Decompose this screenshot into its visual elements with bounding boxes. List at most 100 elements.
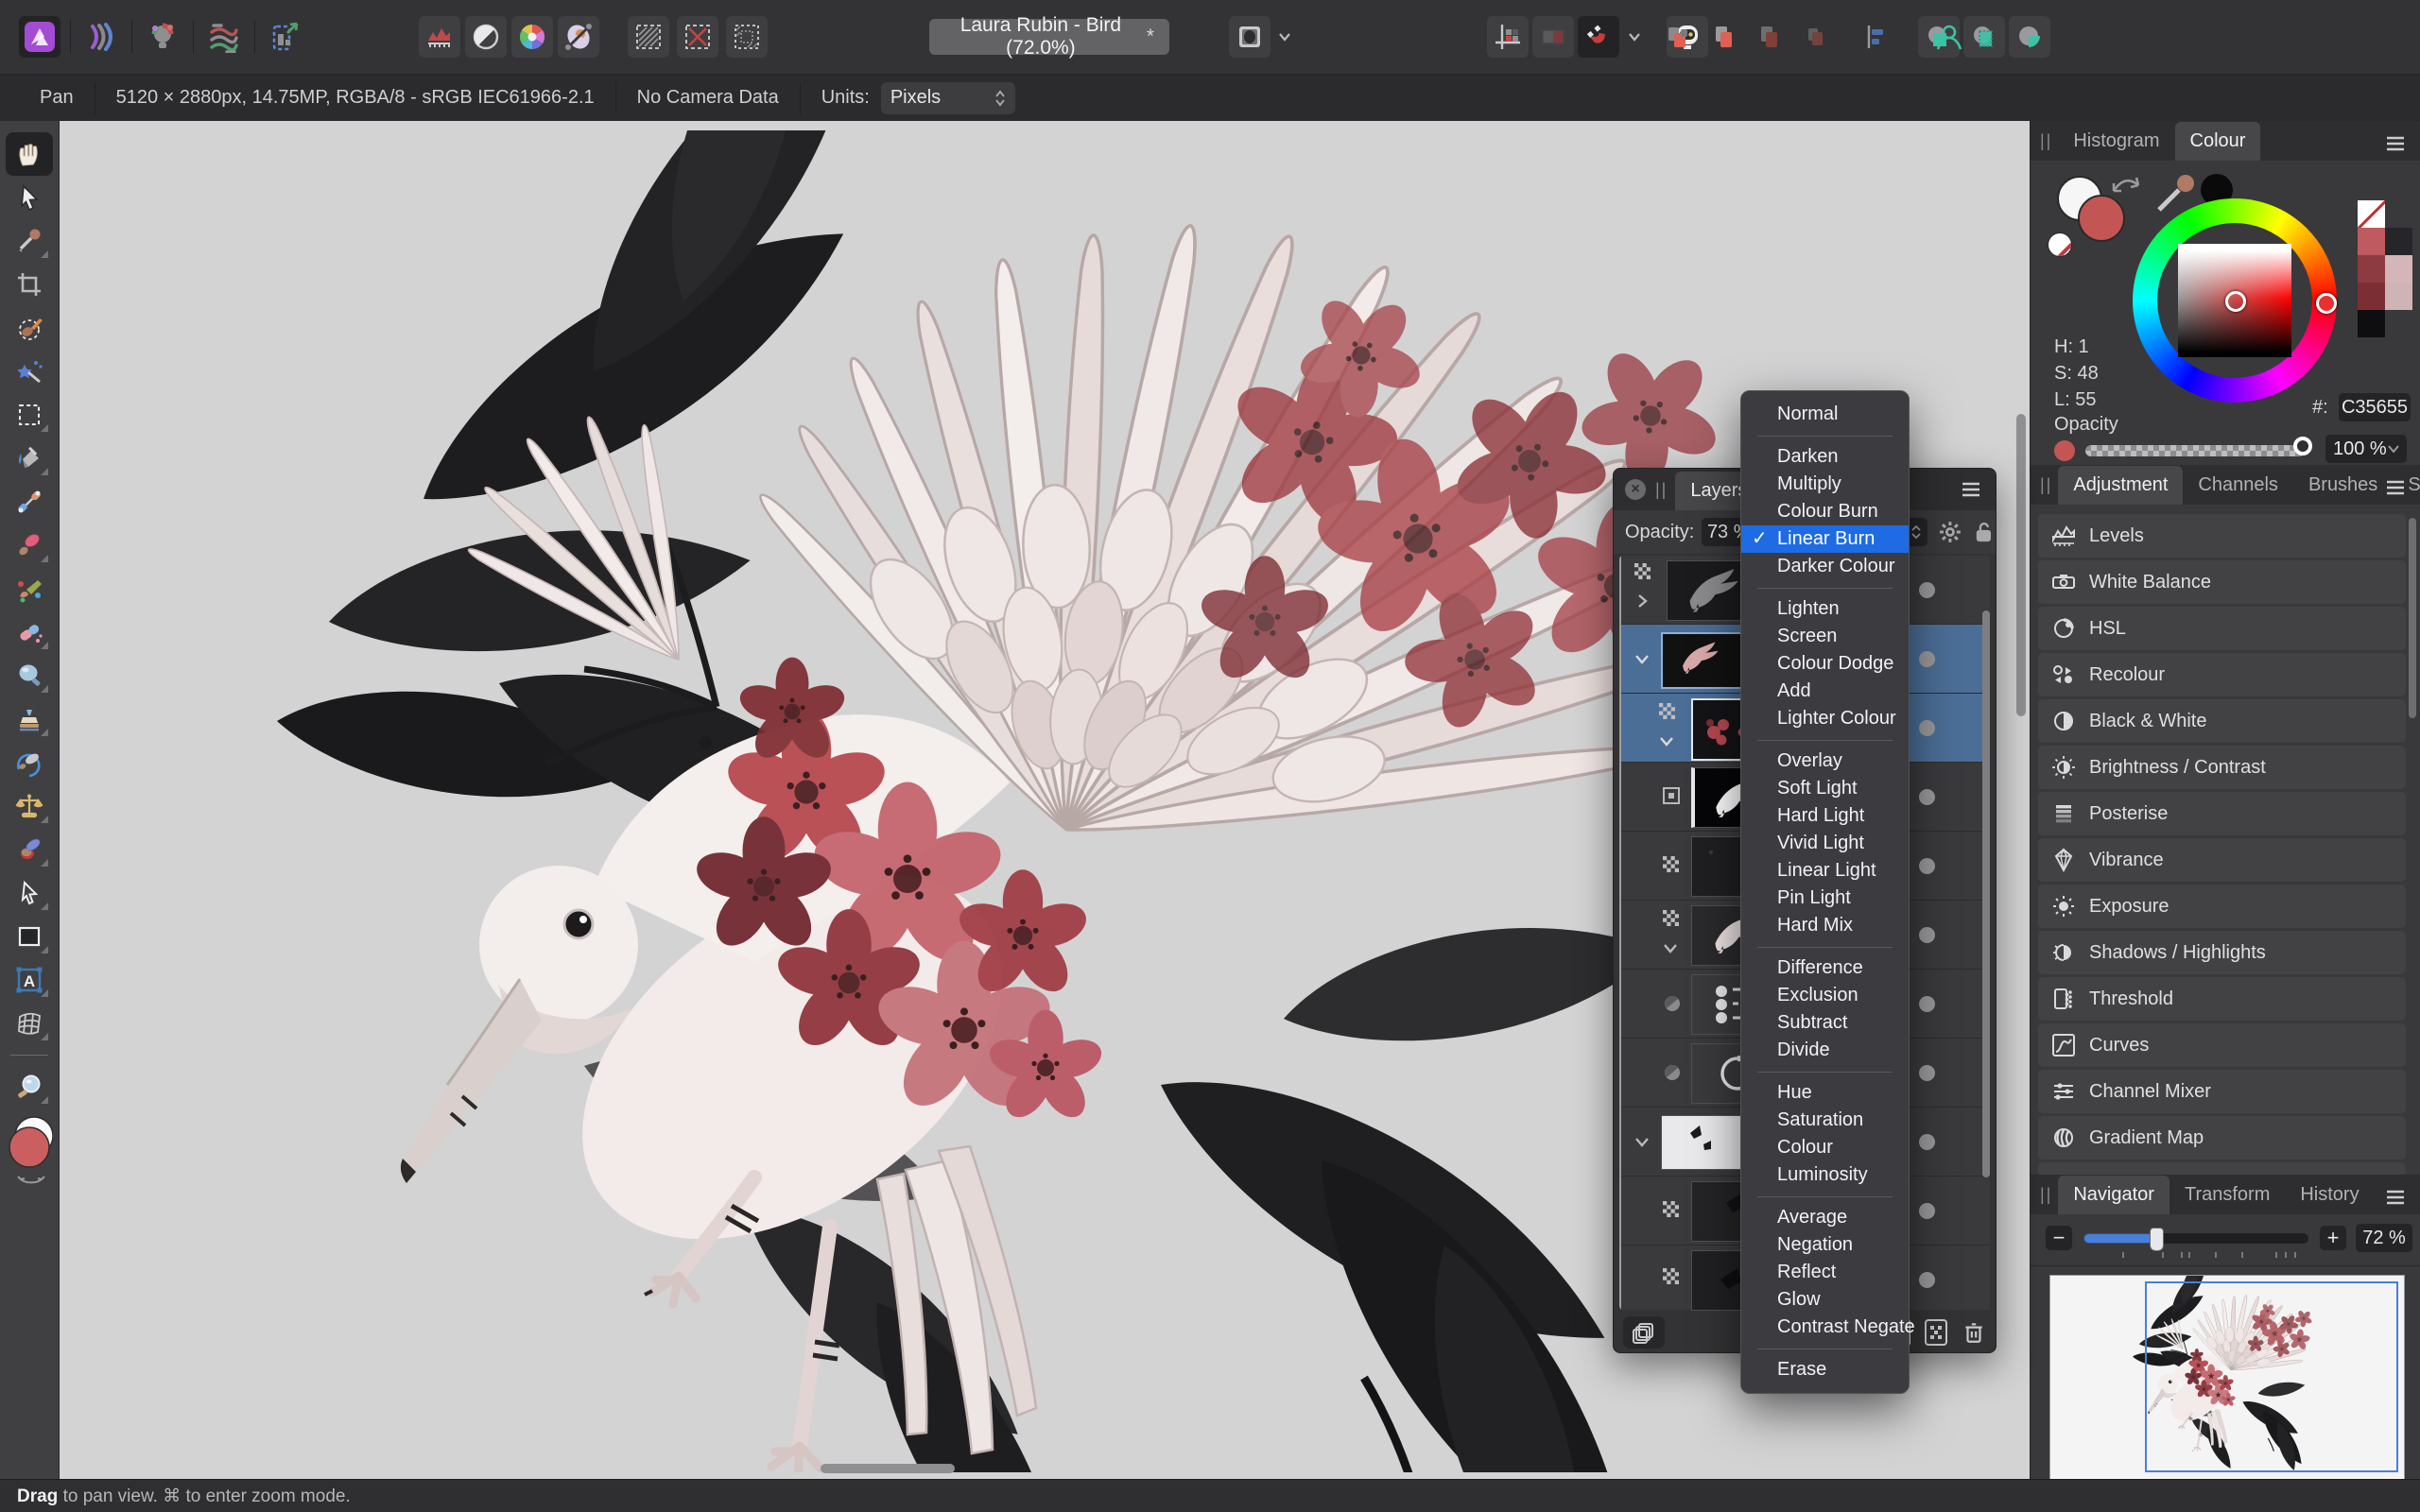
adjustment-vibrance[interactable]: Vibrance <box>2038 838 2406 882</box>
snapping-options-chevron[interactable] <box>1623 16 1646 58</box>
inpainting-tool[interactable] <box>6 828 53 871</box>
foreground-swatch[interactable] <box>2078 195 2125 242</box>
adjustment-shadows-highlights[interactable]: Shadows / Highlights <box>2038 931 2406 974</box>
sl-selector[interactable] <box>2225 291 2246 312</box>
panel-menu-icon[interactable] <box>2384 476 2407 499</box>
zoom-tool[interactable] <box>6 1065 53 1108</box>
close-panel-button[interactable]: × <box>1625 479 1646 500</box>
move-tool[interactable] <box>6 176 53 219</box>
layers-scrollbar[interactable] <box>1982 610 1990 1177</box>
tab-colour[interactable]: Colour <box>2174 122 2261 161</box>
blend-lighter-colour[interactable]: Lighter Colour <box>1741 705 1909 732</box>
histogram-icon[interactable] <box>419 16 460 58</box>
blend-difference[interactable]: Difference <box>1741 954 1909 982</box>
blend-reflect[interactable]: Reflect <box>1741 1259 1909 1286</box>
opacity-value-field[interactable]: 100 % <box>2325 435 2407 463</box>
adjustment-partial[interactable] <box>2038 1162 2406 1175</box>
blend-erase[interactable]: Erase <box>1741 1356 1909 1383</box>
blend-colour-burn[interactable]: Colour Burn <box>1741 498 1909 525</box>
pattern-layer-button[interactable] <box>1924 1318 1948 1347</box>
selection-brush-tool[interactable] <box>6 306 53 350</box>
invert-selection-icon[interactable] <box>726 16 768 58</box>
blend-lighten[interactable]: Lighten <box>1741 595 1909 623</box>
panel-grip[interactable]: || <box>2040 131 2052 151</box>
tab-histogram[interactable]: Histogram <box>2058 122 2174 161</box>
layer-lock-icon[interactable] <box>1973 520 1996 544</box>
colour-picker-tool[interactable] <box>6 219 53 263</box>
layer-visibility-dot[interactable] <box>1919 927 1935 943</box>
adjustment-gradient-map[interactable]: Gradient Map <box>2038 1116 2406 1160</box>
blend-negation[interactable]: Negation <box>1741 1231 1909 1259</box>
blend-average[interactable]: Average <box>1741 1204 1909 1231</box>
text-tool[interactable]: A <box>6 958 53 1002</box>
layer-visibility-dot[interactable] <box>1919 858 1935 874</box>
node-tool[interactable] <box>6 871 53 915</box>
move-backward-icon[interactable] <box>1748 16 1789 58</box>
layer-visibility-dot[interactable] <box>1919 651 1935 667</box>
opacity-slider-handle[interactable] <box>2293 437 2312 455</box>
tab-navigator[interactable]: Navigator <box>2058 1176 2169 1214</box>
adjustment-posterise[interactable]: Posterise <box>2038 792 2406 835</box>
colour-swatch-selector[interactable] <box>6 1108 53 1194</box>
adjustment-levels[interactable]: Levels <box>2038 514 2406 558</box>
zoom-out-button[interactable]: − <box>2046 1226 2072 1250</box>
navigator-preview[interactable] <box>2049 1275 2405 1481</box>
blend-hue[interactable]: Hue <box>1741 1079 1909 1107</box>
layer-visibility-dot[interactable] <box>1919 789 1935 805</box>
guides-icon[interactable] <box>1487 16 1529 58</box>
adjustment-threshold[interactable]: Threshold <box>2038 977 2406 1021</box>
gradient-tool[interactable] <box>6 480 53 524</box>
layer-visibility-dot[interactable] <box>1919 1065 1935 1081</box>
blend-luminosity[interactable]: Luminosity <box>1741 1161 1909 1189</box>
rectangle-tool[interactable] <box>6 915 53 958</box>
blend-add[interactable]: Add <box>1741 678 1909 705</box>
layer-visibility-dot[interactable] <box>1919 720 1935 736</box>
panel-menu-icon[interactable] <box>2384 132 2407 155</box>
layer-visibility-dot[interactable] <box>1919 996 1935 1012</box>
colours-brush-icon[interactable] <box>558 16 599 58</box>
layer-visibility-dot[interactable] <box>1919 1272 1935 1288</box>
adjustment-black-white[interactable]: Black & White <box>2038 699 2406 743</box>
units-select[interactable]: Pixels <box>880 81 1015 114</box>
layer-settings-gear-icon[interactable] <box>1939 520 1962 544</box>
marquee-tool[interactable] <box>6 393 53 437</box>
panel-menu-icon[interactable] <box>2384 1186 2407 1209</box>
blend-divide[interactable]: Divide <box>1741 1037 1909 1064</box>
select-all-icon[interactable] <box>628 16 669 58</box>
layer-visibility-dot[interactable] <box>1919 1203 1935 1219</box>
flood-select-tool[interactable] <box>6 350 53 393</box>
canvas-hscrollbar[interactable] <box>821 1464 955 1473</box>
account-icon[interactable] <box>1928 16 1970 58</box>
move-to-back-icon[interactable] <box>1793 16 1835 58</box>
colour-wheel-icon[interactable] <box>511 16 553 58</box>
document-title[interactable]: Laura Rubin - Bird (72.0%) * <box>929 14 1169 59</box>
blend-screen[interactable]: Screen <box>1741 623 1909 650</box>
blend-colour[interactable]: Colour <box>1741 1134 1909 1161</box>
blend-pin-light[interactable]: Pin Light <box>1741 885 1909 912</box>
blend-multiply[interactable]: Multiply <box>1741 471 1909 498</box>
blend-vivid-light[interactable]: Vivid Light <box>1741 830 1909 857</box>
colour-replacement-brush-tool[interactable] <box>6 567 53 610</box>
move-forward-icon[interactable] <box>1703 16 1744 58</box>
tab-channels[interactable]: Channels <box>2183 466 2293 505</box>
dodge-tool[interactable] <box>6 654 53 697</box>
adjustment-exposure[interactable]: Exposure <box>2038 885 2406 928</box>
tab-adjustment[interactable]: Adjustment <box>2058 466 2184 505</box>
opacity-slider[interactable] <box>2085 445 2305 456</box>
quick-mask-icon[interactable] <box>1229 16 1270 58</box>
transparency-icon[interactable] <box>1532 16 1574 58</box>
deselect-icon[interactable] <box>677 16 718 58</box>
zoom-slider-handle[interactable] <box>2150 1228 2164 1251</box>
panel-menu-icon[interactable] <box>1960 478 1982 501</box>
zoom-in-button[interactable]: + <box>2320 1226 2346 1250</box>
hue-selector[interactable] <box>2316 293 2337 314</box>
move-to-front-icon[interactable] <box>1657 16 1699 58</box>
mesh-warp-tool[interactable] <box>6 1002 53 1045</box>
collapse-chevron-icon[interactable] <box>1659 733 1674 748</box>
blend-hard-light[interactable]: Hard Light <box>1741 802 1909 830</box>
layer-visibility-dot[interactable] <box>1919 582 1935 598</box>
panel-grip[interactable]: || <box>1655 480 1668 500</box>
blend-darken[interactable]: Darken <box>1741 443 1909 471</box>
insert-on-top-icon[interactable] <box>2009 16 2050 58</box>
blend-normal[interactable]: Normal <box>1741 401 1909 428</box>
